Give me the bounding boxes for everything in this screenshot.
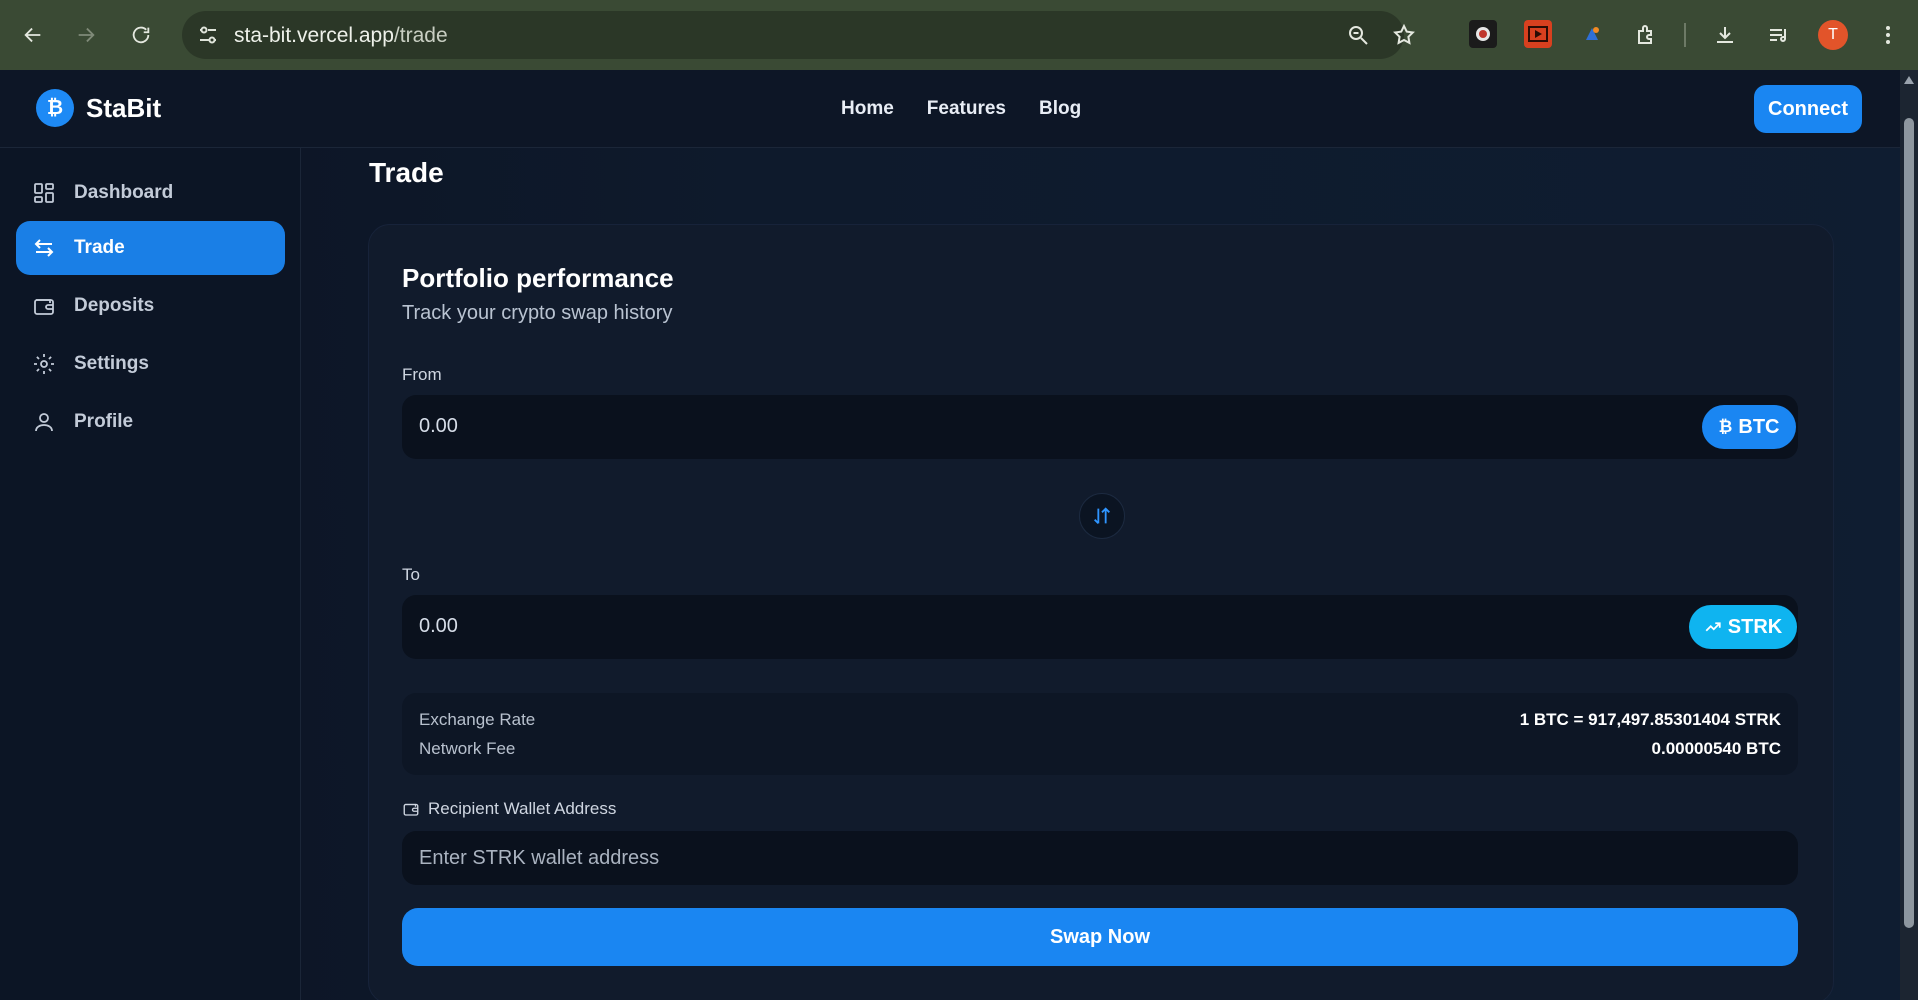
url-text: sta-bit.vercel.app/trade — [234, 24, 448, 48]
user-icon — [32, 410, 56, 434]
brand-name: StaBit — [86, 92, 162, 123]
extension-icon-1[interactable] — [1469, 20, 1497, 48]
to-amount-field[interactable]: 0.00 STRK — [402, 595, 1798, 659]
network-fee-value: 0.00000540 BTC — [1651, 739, 1781, 758]
app-header: ₿ StaBit Home Features Blog Connect — [0, 70, 1900, 148]
sidebar-item-deposits[interactable]: Deposits — [16, 279, 285, 333]
network-fee-row: Network Fee 0.00000540 BTC — [419, 739, 1781, 759]
scroll-thumb[interactable] — [1904, 118, 1914, 928]
wallet-icon — [403, 803, 419, 816]
extension-icon-2[interactable] — [1524, 20, 1552, 48]
forward-icon[interactable] — [68, 17, 104, 53]
reload-icon[interactable] — [123, 17, 159, 53]
swap-now-button[interactable]: Swap Now — [402, 908, 1798, 966]
wallet-icon — [32, 294, 56, 318]
card-subtitle: Track your crypto swap history — [402, 302, 673, 324]
to-token-selector[interactable]: STRK — [1689, 605, 1797, 649]
connect-button[interactable]: Connect — [1754, 85, 1862, 133]
extension-icon-3[interactable] — [1578, 20, 1606, 48]
main-content: Trade Portfolio performance Track your c… — [335, 148, 1865, 1000]
scroll-up-arrow-icon[interactable] — [1904, 76, 1914, 84]
sidebar: Dashboard Trade Deposits Settings Profil… — [0, 148, 301, 1000]
trending-up-icon — [1705, 622, 1721, 632]
swap-direction-button[interactable] — [1079, 493, 1125, 539]
profile-avatar[interactable]: T — [1818, 20, 1848, 50]
bitcoin-logo-icon: ₿ — [36, 89, 74, 127]
back-icon[interactable] — [15, 17, 51, 53]
page-title: Trade — [369, 157, 444, 188]
wallet-label-text: Recipient Wallet Address — [428, 799, 617, 818]
url-host: sta-bit.vercel.app — [234, 24, 394, 47]
sidebar-item-settings[interactable]: Settings — [16, 337, 285, 391]
sidebar-item-profile[interactable]: Profile — [16, 395, 285, 449]
bookmark-star-icon[interactable] — [1392, 23, 1416, 47]
from-token-selector[interactable]: ₿ BTC — [1702, 405, 1796, 449]
nav-features[interactable]: Features — [927, 98, 1006, 120]
exchange-rate-value: 1 BTC = 917,497.85301404 STRK — [1519, 710, 1781, 729]
exchange-info: Exchange Rate 1 BTC = 917,497.85301404 S… — [402, 693, 1798, 775]
card-title: Portfolio performance — [402, 263, 674, 293]
from-token-label: BTC — [1738, 415, 1780, 438]
menu-kebab-icon[interactable] — [1876, 23, 1900, 47]
from-amount-value: 0.00 — [419, 415, 458, 437]
sidebar-item-dashboard[interactable]: Dashboard — [16, 166, 285, 220]
to-token-label: STRK — [1727, 615, 1783, 638]
app-root: ₿ StaBit Home Features Blog Connect Dash… — [0, 70, 1918, 1000]
exchange-rate-row: Exchange Rate 1 BTC = 917,497.85301404 S… — [419, 710, 1781, 730]
sidebar-item-trade[interactable]: Trade — [16, 221, 285, 275]
swap-vertical-icon — [1094, 507, 1110, 524]
page-scrollbar[interactable] — [1900, 70, 1918, 1000]
wallet-address-label: Recipient Wallet Address — [402, 799, 616, 819]
url-path: /trade — [393, 24, 448, 47]
top-navigation: Home Features Blog — [841, 98, 1081, 120]
address-bar[interactable]: sta-bit.vercel.app/trade — [182, 11, 1415, 59]
sidebar-item-label: Trade — [74, 237, 125, 258]
sidebar-item-label: Profile — [74, 411, 134, 432]
zoom-icon[interactable] — [1346, 23, 1370, 47]
to-label: To — [402, 565, 420, 584]
to-amount-value: 0.00 — [419, 615, 458, 637]
sidebar-item-label: Settings — [74, 353, 149, 374]
brand[interactable]: ₿ StaBit — [36, 89, 161, 127]
exchange-rate-label: Exchange Rate — [419, 710, 536, 729]
download-icon[interactable] — [1713, 23, 1737, 47]
swap-card: Portfolio performance Track your crypto … — [368, 224, 1834, 1000]
swap-arrows-icon — [32, 236, 56, 260]
nav-home[interactable]: Home — [841, 98, 894, 120]
media-queue-icon[interactable] — [1767, 23, 1791, 47]
gear-icon — [32, 352, 56, 376]
network-fee-label: Network Fee — [419, 739, 516, 758]
nav-blog[interactable]: Blog — [1039, 98, 1081, 120]
dashboard-icon — [32, 181, 56, 205]
site-settings-icon[interactable] — [196, 23, 220, 47]
from-amount-field[interactable]: 0.00 ₿ BTC — [402, 395, 1798, 459]
extensions-puzzle-icon[interactable] — [1634, 23, 1658, 47]
browser-toolbar: sta-bit.vercel.app/trade T — [0, 0, 1918, 70]
bitcoin-icon: ₿ — [1718, 417, 1733, 436]
wallet-address-input[interactable] — [402, 831, 1798, 885]
sidebar-item-label: Deposits — [74, 295, 155, 316]
toolbar-divider — [1684, 23, 1686, 47]
from-label: From — [402, 365, 442, 384]
sidebar-item-label: Dashboard — [74, 182, 174, 203]
